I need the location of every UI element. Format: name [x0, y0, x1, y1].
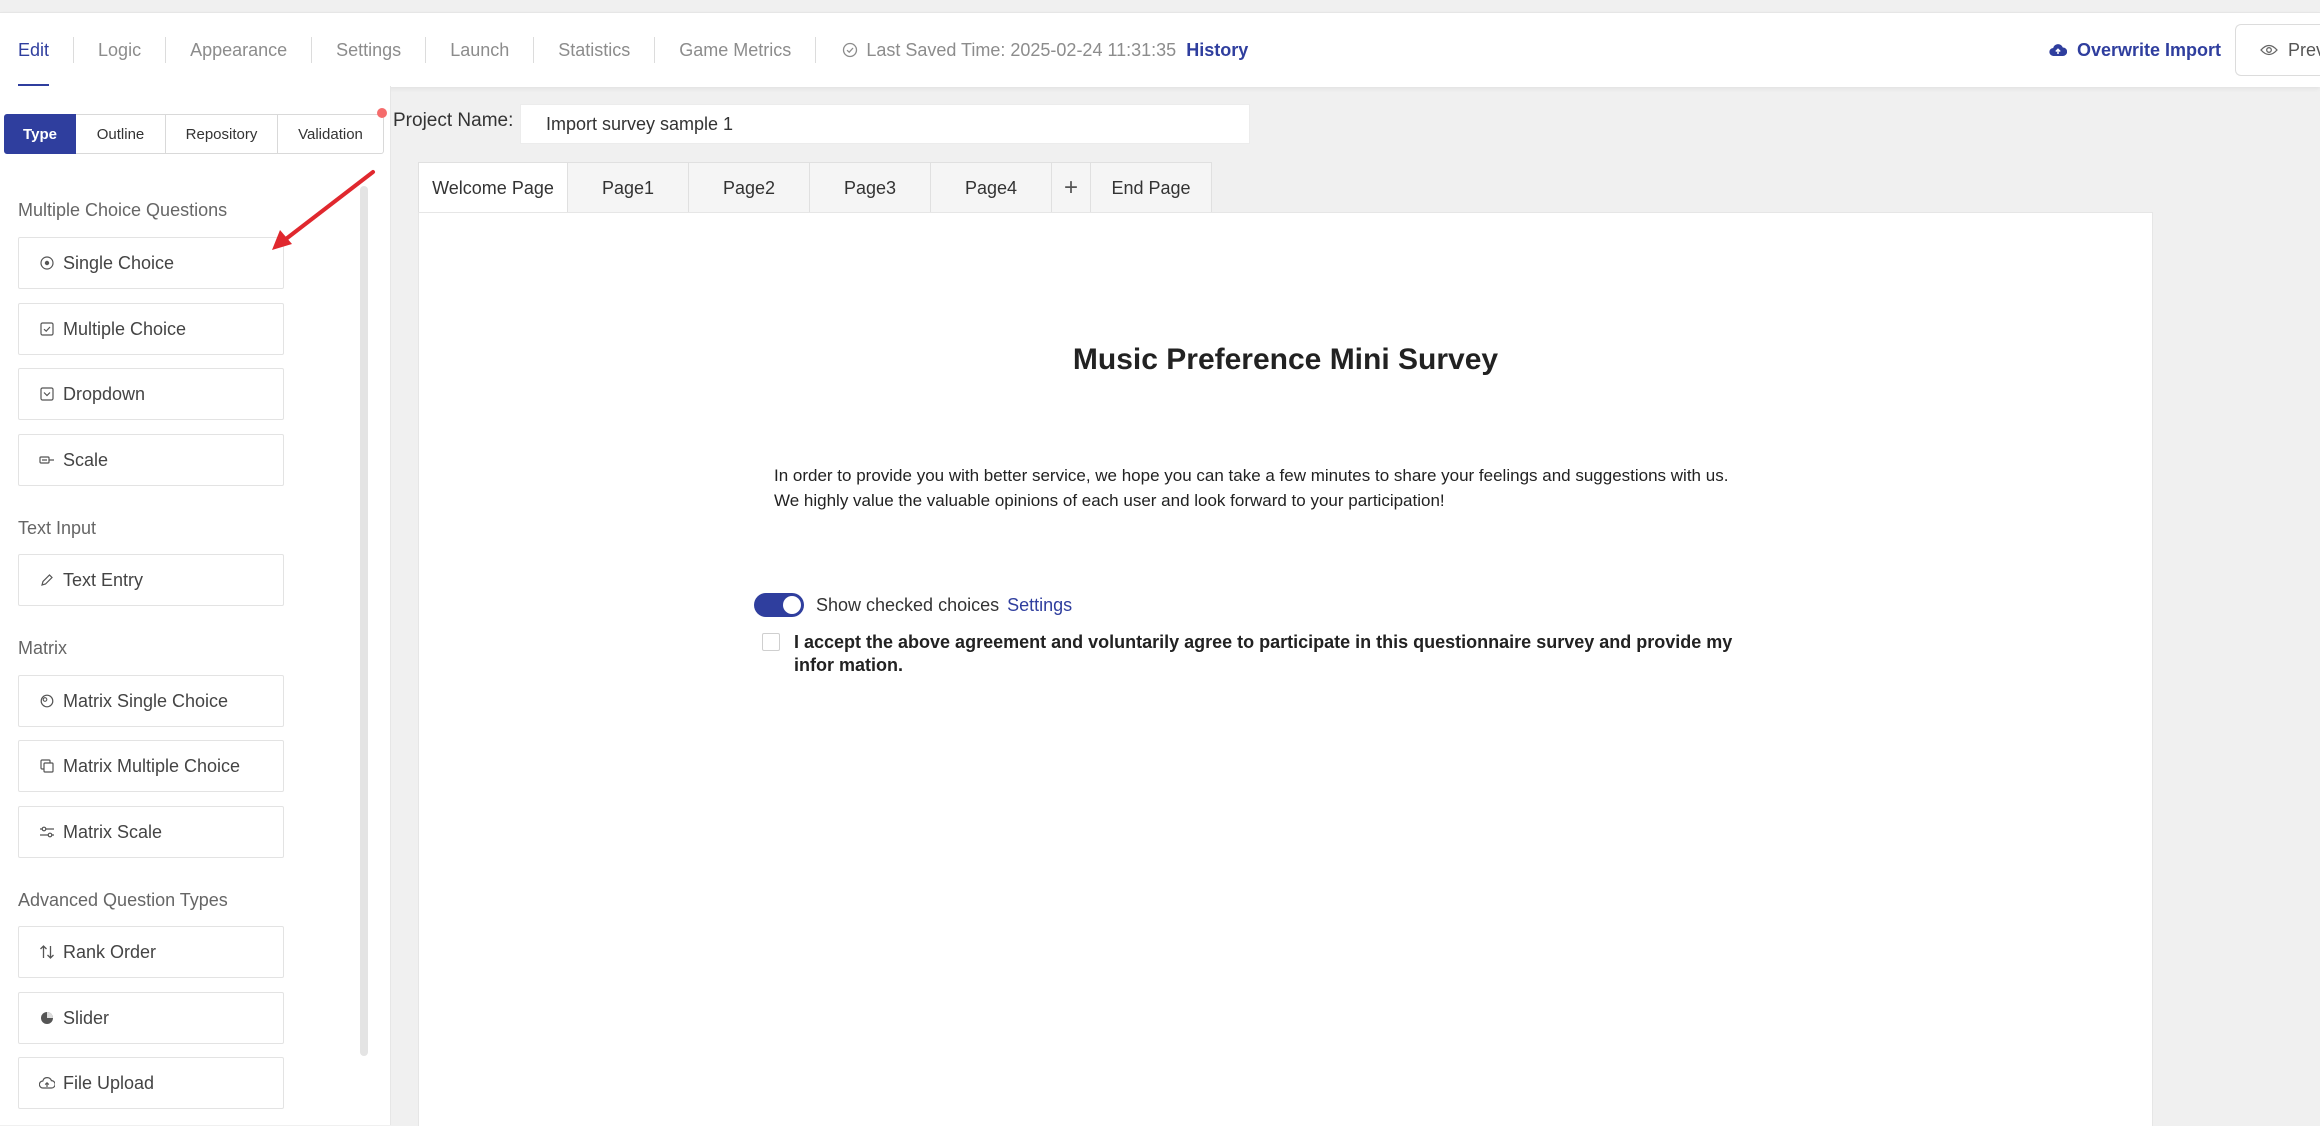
show-checked-choices-label: Show checked choices [816, 594, 1000, 615]
check-circle-icon [842, 42, 858, 58]
tab-page3[interactable]: Page3 [810, 162, 931, 214]
text-entry-label: Text Entry [63, 569, 144, 590]
rank-order-button[interactable]: Rank Order [18, 926, 284, 978]
nav-launch[interactable]: Launch [426, 13, 533, 87]
matrix-single-choice-label: Matrix Single Choice [63, 690, 229, 711]
multiple-choice-button[interactable]: Multiple Choice [18, 303, 284, 355]
dropdown-icon [39, 386, 55, 402]
nav-settings[interactable]: Settings [312, 13, 425, 87]
scale-icon [39, 452, 55, 468]
overwrite-import-label: Overwrite Import [2076, 39, 2221, 60]
tab-welcome-page[interactable]: Welcome Page [418, 162, 568, 214]
nav-statistics[interactable]: Statistics [534, 13, 654, 87]
description-line-2: We highly value the valuable opinions of… [774, 491, 1445, 510]
sidebar-tabs: Type Outline Repository Validation [4, 114, 384, 154]
matrix-multiple-icon [39, 758, 55, 774]
matrix-single-choice-button[interactable]: Matrix Single Choice [18, 675, 284, 727]
agreement-checkbox[interactable] [762, 633, 780, 651]
single-choice-label: Single Choice [63, 252, 175, 273]
matrix-scale-button[interactable]: Matrix Scale [18, 806, 284, 858]
tab-repository[interactable]: Repository [166, 114, 278, 154]
cloud-upload-icon [2049, 43, 2067, 57]
tab-page1[interactable]: Page1 [568, 162, 689, 214]
project-name-input[interactable] [520, 104, 1250, 144]
nav-game-metrics[interactable]: Game Metrics [655, 13, 815, 87]
top-actions: Overwrite Import Previ [2049, 13, 2320, 87]
text-entry-button[interactable]: Text Entry [18, 554, 284, 606]
slider-icon [39, 1010, 55, 1026]
sort-icon [39, 944, 55, 960]
tab-outline[interactable]: Outline [76, 114, 166, 154]
radio-icon [39, 255, 55, 271]
slider-label: Slider [63, 1007, 110, 1028]
description-line-1: In order to provide you with better serv… [774, 466, 1729, 485]
single-choice-button[interactable]: Single Choice [18, 237, 284, 289]
survey-canvas: Music Preference Mini Survey In order to… [418, 212, 2153, 1126]
tab-validation[interactable]: Validation [278, 114, 384, 154]
dropdown-button[interactable]: Dropdown [18, 368, 284, 420]
tab-type[interactable]: Type [4, 114, 76, 154]
matrix-multiple-choice-label: Matrix Multiple Choice [63, 755, 241, 776]
last-saved-text: Last Saved Time: 2025-02-24 11:31:35 [866, 39, 1177, 60]
preview-label: Previ [2288, 39, 2320, 60]
add-page-button[interactable]: + [1052, 162, 1091, 214]
pencil-icon [39, 572, 55, 588]
preview-button[interactable]: Previ [2235, 24, 2320, 76]
survey-title[interactable]: Music Preference Mini Survey [419, 343, 2152, 377]
main-nav: Edit Logic Appearance Settings Launch St… [0, 13, 1248, 87]
matrix-single-icon [39, 693, 55, 709]
tab-end-page[interactable]: End Page [1091, 162, 1212, 214]
tab-page2[interactable]: Page2 [689, 162, 810, 214]
top-navbar: Edit Logic Appearance Settings Launch St… [0, 12, 2320, 87]
slider-button[interactable]: Slider [18, 992, 284, 1044]
file-upload-label: File Upload [63, 1072, 155, 1093]
nav-edit[interactable]: Edit [0, 13, 73, 87]
agreement-row: I accept the above agreement and volunta… [762, 631, 1754, 677]
file-upload-button[interactable]: File Upload [18, 1057, 284, 1109]
group-title-text-input: Text Input [18, 518, 97, 538]
nav-appearance[interactable]: Appearance [166, 13, 311, 87]
matrix-multiple-choice-button[interactable]: Matrix Multiple Choice [18, 740, 284, 792]
settings-link[interactable]: Settings [1007, 595, 1072, 616]
group-title-multiple-choice: Multiple Choice Questions [18, 200, 228, 220]
history-link[interactable]: History [1186, 40, 1248, 61]
notification-dot [377, 108, 387, 118]
show-checked-choices-row: Show checked choices Settings [754, 593, 1072, 617]
survey-description[interactable]: In order to provide you with better serv… [774, 463, 1814, 513]
scale-button[interactable]: Scale [18, 434, 284, 486]
cloud-upload-icon [39, 1075, 55, 1091]
tab-page4[interactable]: Page4 [931, 162, 1052, 214]
last-saved-status: Last Saved Time: 2025-02-24 11:31:35 His… [816, 40, 1248, 61]
toggle-knob [783, 596, 801, 614]
group-title-matrix: Matrix [18, 638, 67, 658]
nav-logic[interactable]: Logic [74, 13, 165, 87]
eye-icon [2260, 44, 2278, 56]
group-title-advanced: Advanced Question Types [18, 890, 228, 910]
agreement-text: I accept the above agreement and volunta… [794, 632, 1733, 675]
multiple-choice-label: Multiple Choice [63, 318, 187, 339]
page-tabs: Welcome Page Page1 Page2 Page3 Page4 + E… [418, 162, 1212, 214]
dropdown-label: Dropdown [63, 383, 146, 404]
show-checked-choices-toggle[interactable] [754, 593, 804, 617]
checkbox-icon [39, 321, 55, 337]
sidebar-scrollbar[interactable] [360, 186, 368, 1056]
annotation-arrow-icon [272, 170, 375, 250]
matrix-scale-label: Matrix Scale [63, 821, 163, 842]
matrix-scale-icon [39, 824, 55, 840]
overwrite-import-button[interactable]: Overwrite Import [2049, 40, 2221, 61]
rank-order-label: Rank Order [63, 941, 157, 962]
scale-label: Scale [63, 449, 109, 470]
project-name-label: Project Name: [393, 110, 514, 131]
